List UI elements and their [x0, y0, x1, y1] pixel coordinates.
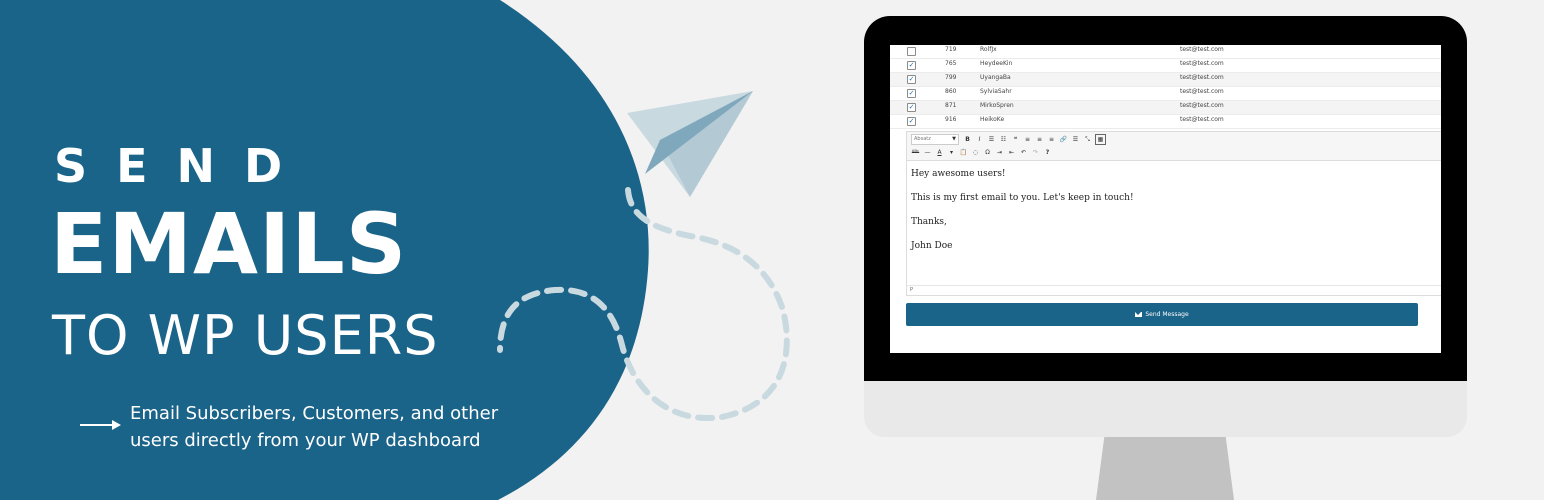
user-email: test@test.com	[1180, 46, 1224, 53]
numbered-list-button[interactable]: ☷	[999, 135, 1008, 144]
user-id: 871	[945, 102, 957, 109]
row-checkbox-checked[interactable]: ✓	[907, 61, 916, 70]
horizontal-line-button[interactable]: —	[923, 148, 932, 157]
help-button[interactable]: ?	[1043, 148, 1052, 157]
headline-to-wp-users: TO WP USERS	[52, 304, 439, 367]
redo-button[interactable]: ↷	[1031, 148, 1040, 157]
toolbar-toggle-button[interactable]: ▦	[1095, 134, 1106, 145]
user-id: 719	[945, 46, 957, 53]
paste-text-button[interactable]: 📋	[959, 148, 968, 157]
user-name: RolfJx	[980, 46, 997, 53]
paper-plane-icon	[627, 91, 753, 197]
bullet-list-button[interactable]: ☰	[987, 135, 996, 144]
outdent-button[interactable]: ⇤	[1007, 148, 1016, 157]
chevron-down-icon[interactable]: ▾	[947, 148, 956, 157]
editor-statusbar: P	[907, 285, 1441, 295]
table-row[interactable]: 719 RolfJx test@test.com	[890, 45, 1441, 59]
user-name: HeydeeKin	[980, 60, 1013, 67]
mail-icon	[1135, 312, 1143, 317]
send-message-button[interactable]: Send Message	[906, 303, 1418, 326]
editor-paragraph: This is my first email to you. Let's kee…	[911, 193, 1134, 203]
align-right-button[interactable]: ≡	[1047, 135, 1056, 144]
clear-formatting-button[interactable]: ◌	[971, 148, 980, 157]
message-editor[interactable]: Absatz ▼ B I ☰ ☷ ❝ ≡ ≡ ≡ 🔗 ☰ ⤡ ▦ ᴬᴮᶜ — A…	[906, 131, 1441, 296]
toolbar-row-1: Absatz ▼ B I ☰ ☷ ❝ ≡ ≡ ≡ 🔗 ☰ ⤡ ▦	[911, 134, 1109, 145]
editor-content[interactable]: Hey awesome users! This is my first emai…	[911, 169, 1431, 265]
row-checkbox-checked[interactable]: ✓	[907, 117, 916, 126]
link-button[interactable]: 🔗	[1059, 135, 1068, 144]
row-checkbox-checked[interactable]: ✓	[907, 89, 916, 98]
table-row[interactable]: ✓ 860 SylviaSahr test@test.com	[890, 87, 1441, 101]
user-name: MirkoSpren	[980, 102, 1014, 109]
format-select[interactable]: Absatz ▼	[911, 134, 959, 145]
monitor-stand	[1096, 437, 1234, 500]
subtitle: Email Subscribers, Customers, and other …	[130, 400, 550, 454]
user-email: test@test.com	[1180, 116, 1224, 123]
italic-button[interactable]: I	[975, 135, 984, 144]
chevron-down-icon: ▼	[952, 136, 956, 142]
monitor-chin	[864, 381, 1467, 437]
table-row[interactable]: ✓ 871 MirkoSpren test@test.com	[890, 101, 1441, 115]
format-select-value: Absatz	[914, 136, 931, 142]
editor-toolbar: Absatz ▼ B I ☰ ☷ ❝ ≡ ≡ ≡ 🔗 ☰ ⤡ ▦ ᴬᴮᶜ — A…	[907, 132, 1441, 161]
align-left-button[interactable]: ≡	[1023, 135, 1032, 144]
blockquote-button[interactable]: ❝	[1011, 135, 1020, 144]
row-checkbox[interactable]	[907, 47, 916, 56]
editor-paragraph: Hey awesome users!	[911, 169, 1006, 179]
user-name: UyangaBa	[980, 74, 1011, 81]
undo-button[interactable]: ↶	[1019, 148, 1028, 157]
user-id: 916	[945, 116, 957, 123]
subtitle-line-2: users directly from your WP dashboard	[130, 430, 481, 451]
fullscreen-button[interactable]: ⤡	[1083, 135, 1092, 144]
row-checkbox-checked[interactable]: ✓	[907, 75, 916, 84]
send-message-label: Send Message	[1145, 311, 1189, 318]
user-id: 799	[945, 74, 957, 81]
table-row[interactable]: ✓ 765 HeydeeKin test@test.com	[890, 59, 1441, 73]
special-character-button[interactable]: Ω	[983, 148, 992, 157]
bold-button[interactable]: B	[963, 135, 972, 144]
align-center-button[interactable]: ≡	[1035, 135, 1044, 144]
text-color-button[interactable]: A	[935, 148, 944, 157]
editor-paragraph: John Doe	[911, 241, 953, 251]
subtitle-line-1: Email Subscribers, Customers, and other	[130, 403, 499, 424]
arrow-right-icon	[80, 420, 121, 430]
user-name: HeikoKe	[980, 116, 1005, 123]
table-row[interactable]: ✓ 799 UyangaBa test@test.com	[890, 73, 1441, 87]
toolbar-row-2: ᴬᴮᶜ — A ▾ 📋 ◌ Ω ⇥ ⇤ ↶ ↷ ?	[911, 147, 1055, 158]
monitor-screen: 719 RolfJx test@test.com ✓ 765 HeydeeKin…	[890, 45, 1441, 353]
user-id: 765	[945, 60, 957, 67]
user-email: test@test.com	[1180, 60, 1224, 67]
read-more-button[interactable]: ☰	[1071, 135, 1080, 144]
user-table: 719 RolfJx test@test.com ✓ 765 HeydeeKin…	[890, 45, 1441, 129]
indent-button[interactable]: ⇥	[995, 148, 1004, 157]
user-name: SylviaSahr	[980, 88, 1012, 95]
headline-send: SEND	[54, 139, 312, 193]
user-email: test@test.com	[1180, 102, 1224, 109]
headline-emails: EMAILS	[50, 195, 408, 293]
editor-paragraph: Thanks,	[911, 217, 947, 227]
row-checkbox-checked[interactable]: ✓	[907, 103, 916, 112]
user-email: test@test.com	[1180, 74, 1224, 81]
user-email: test@test.com	[1180, 88, 1224, 95]
strikethrough-button[interactable]: ᴬᴮᶜ	[911, 148, 920, 157]
table-row[interactable]: ✓ 916 HeikoKe test@test.com	[890, 115, 1441, 129]
monitor-mockup: 719 RolfJx test@test.com ✓ 765 HeydeeKin…	[864, 16, 1467, 500]
user-id: 860	[945, 88, 957, 95]
